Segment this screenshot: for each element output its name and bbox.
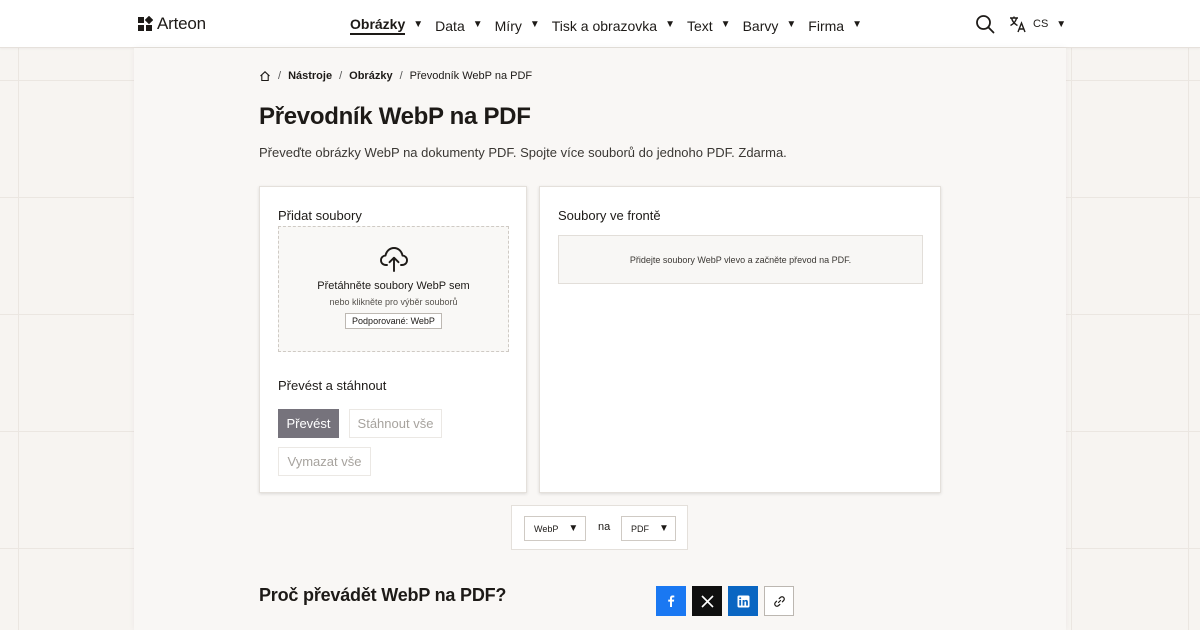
caret-down-icon: ▼ — [720, 18, 731, 30]
language-selector[interactable]: CS ▼ — [1009, 14, 1066, 34]
nav-label: Firma — [808, 17, 845, 34]
caret-down-icon: ▼ — [852, 18, 862, 30]
convert-button[interactable]: Převést — [278, 409, 339, 438]
dropzone-title: Přetáhněte soubory WebP sem — [317, 280, 470, 292]
share-linkedin-button[interactable] — [728, 586, 758, 616]
breadcrumb-separator: / — [399, 70, 403, 82]
clear-all-button[interactable]: Vymazat vše — [278, 447, 371, 476]
breadcrumb-separator: / — [278, 70, 282, 82]
nav-item-tisk-a-obrazovka[interactable]: Tisk a obrazovka ▼ — [552, 0, 675, 48]
caret-down-icon: ▼ — [786, 18, 797, 30]
queue-card: Soubory ve frontě Přidejte soubory WebP … — [539, 186, 941, 493]
share-facebook-button[interactable] — [656, 586, 686, 616]
breadcrumb-separator: / — [339, 70, 343, 82]
breadcrumb-current: Převodník WebP na PDF — [409, 70, 533, 82]
upload-card: Přidat soubory Přetáhněte soubory WebP s… — [259, 186, 527, 493]
target-format-value: PDF — [631, 523, 649, 534]
upload-heading: Přidat soubory — [278, 208, 362, 223]
nav-label: Text — [686, 17, 713, 34]
source-format-select[interactable]: WebP ▼ — [524, 516, 586, 541]
caret-down-icon: ▼ — [472, 18, 483, 30]
home-icon[interactable] — [259, 70, 271, 82]
dropzone-subtitle: nebo klikněte pro výběr souborů — [329, 297, 458, 307]
caret-down-icon: ▼ — [413, 18, 424, 30]
format-selector-bar: WebP ▼ na PDF ▼ — [511, 505, 688, 550]
caret-down-icon: ▼ — [529, 18, 540, 30]
nav-item-barvy[interactable]: Barvy ▼ — [743, 0, 797, 48]
caret-down-icon: ▼ — [659, 523, 669, 534]
caret-down-icon: ▼ — [665, 18, 675, 30]
breadcrumb-link-nastroje[interactable]: Nástroje — [288, 70, 332, 82]
linkedin-icon — [737, 595, 749, 607]
nav-item-data[interactable]: Data ▼ — [435, 0, 482, 48]
language-code: CS — [1033, 18, 1049, 30]
download-all-button[interactable]: Stáhnout vše — [349, 409, 442, 438]
cloud-upload-icon — [379, 247, 408, 272]
logo-text: Arteon — [157, 14, 206, 33]
nav-item-miry[interactable]: Míry ▼ — [495, 0, 540, 48]
queue-heading: Soubory ve frontě — [558, 208, 661, 223]
search-icon — [976, 15, 995, 34]
nav-label: Data — [435, 17, 465, 34]
source-format-value: WebP — [534, 523, 559, 534]
target-format-select[interactable]: PDF ▼ — [621, 516, 676, 541]
queue-empty-text: Přidejte soubory WebP vlevo a začněte př… — [629, 254, 852, 265]
top-navigation-bar: Arteon Obrázky ▼ Data ▼ Míry ▼ Tisk a ob… — [0, 0, 1200, 48]
caret-down-icon: ▼ — [1056, 18, 1067, 30]
main-content: / Nástroje / Obrázky / Převodník WebP na… — [134, 48, 1066, 630]
supported-formats-badge: Podporované: WebP — [345, 313, 442, 329]
page-title: Převodník WebP na PDF — [259, 103, 531, 130]
format-connector: na — [598, 521, 611, 533]
link-icon — [773, 595, 785, 607]
x-icon — [700, 594, 714, 608]
nav-item-text[interactable]: Text ▼ — [687, 0, 731, 48]
nav-label: Obrázky — [350, 13, 406, 35]
breadcrumb: / Nástroje / Obrázky / Převodník WebP na… — [259, 70, 532, 82]
logo-icon — [138, 16, 153, 31]
nav-item-obrazky[interactable]: Obrázky ▼ — [350, 0, 423, 48]
caret-down-icon: ▼ — [568, 523, 579, 534]
faq-heading: Proč převádět WebP na PDF? — [259, 585, 507, 605]
nav-label: Míry — [494, 17, 522, 34]
search-button[interactable] — [975, 14, 995, 34]
nav-label: Tisk a obrazovka — [551, 17, 658, 34]
logo[interactable]: Arteon — [137, 14, 206, 34]
facebook-icon — [668, 595, 675, 607]
queue-empty-state: Přidejte soubory WebP vlevo a začněte př… — [558, 235, 923, 284]
file-dropzone[interactable]: Přetáhněte soubory WebP sem nebo kliknět… — [278, 226, 509, 352]
nav-item-firma[interactable]: Firma ▼ — [808, 0, 862, 48]
translate-icon — [1010, 16, 1026, 33]
copy-link-button[interactable] — [764, 586, 794, 616]
share-x-button[interactable] — [692, 586, 722, 616]
main-nav: Obrázky ▼ Data ▼ Míry ▼ Tisk a obrazovka… — [350, 0, 874, 48]
nav-label: Barvy — [742, 17, 779, 34]
page-subtitle: Převeďte obrázky WebP na dokumenty PDF. … — [259, 145, 787, 160]
breadcrumb-link-obrazky[interactable]: Obrázky — [349, 70, 392, 82]
convert-heading: Převést a stáhnout — [278, 378, 387, 393]
